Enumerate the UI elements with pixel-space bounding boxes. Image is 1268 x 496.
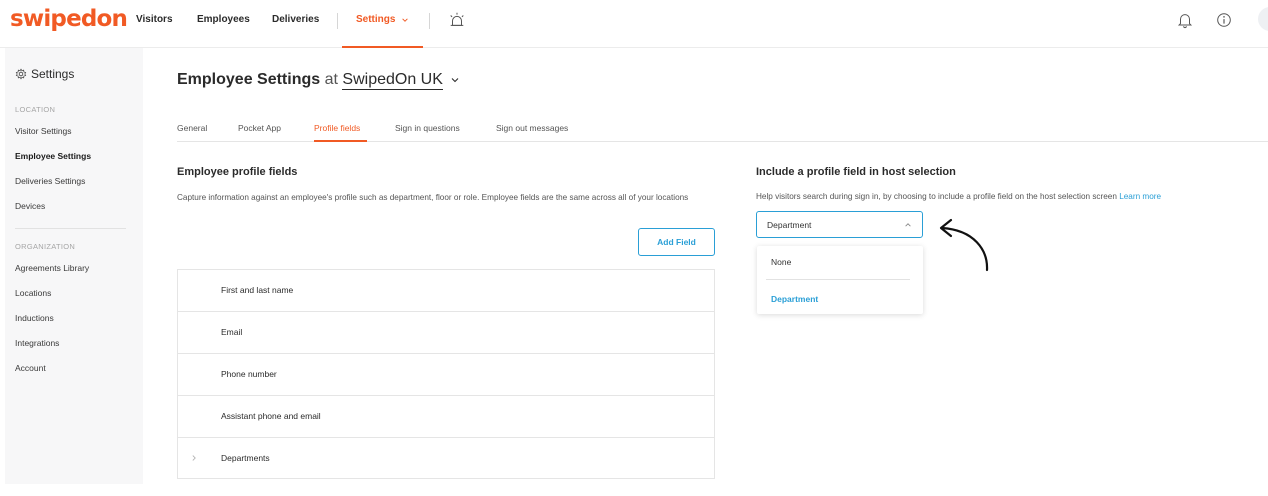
sidebar-item-locations[interactable]: Locations — [15, 288, 51, 298]
sidebar-item-visitor-settings[interactable]: Visitor Settings — [15, 126, 72, 136]
list-item[interactable]: Departments — [178, 438, 714, 480]
nav-divider — [337, 13, 338, 29]
dropdown-divider — [766, 279, 910, 280]
dropdown-option-department[interactable]: Department — [771, 294, 818, 304]
host-selection-description-text: Help visitors search during sign in, by … — [756, 192, 1117, 201]
chevron-down-icon — [402, 17, 409, 22]
select-value: Department — [767, 220, 812, 230]
nav-visitors[interactable]: Visitors — [136, 14, 173, 25]
host-selection-description: Help visitors search during sign in, by … — [756, 190, 1261, 203]
sidebar-item-account[interactable]: Account — [15, 363, 46, 373]
page-title: Employee Settings at SwipedOn UK — [177, 71, 460, 90]
host-selection-title: Include a profile field in host selectio… — [756, 166, 956, 178]
sidebar-item-inductions[interactable]: Inductions — [15, 313, 54, 323]
field-label: Email — [221, 327, 243, 337]
add-field-button[interactable]: Add Field — [638, 228, 715, 256]
field-label: Assistant phone and email — [221, 411, 321, 421]
nav-deliveries[interactable]: Deliveries — [272, 14, 319, 25]
field-label: Departments — [221, 453, 270, 463]
nav-divider — [429, 13, 430, 29]
section-organization-label: ORGANIZATION — [15, 242, 76, 251]
nav-settings-label: Settings — [356, 14, 396, 25]
sidebar-title: Settings — [15, 67, 74, 81]
list-item[interactable]: Phone number — [178, 354, 714, 396]
list-item[interactable]: Email — [178, 312, 714, 354]
bell-icon[interactable] — [1176, 11, 1194, 29]
profile-fields-list: First and last name Email Phone number A… — [177, 269, 715, 479]
profile-fields-description: Capture information against an employee'… — [177, 193, 689, 202]
gear-icon — [15, 68, 27, 80]
sidebar-title-label: Settings — [31, 67, 75, 81]
top-navigation: swipedon Visitors Employees Deliveries S… — [0, 0, 1268, 48]
dropdown-option-none[interactable]: None — [771, 257, 791, 267]
tab-sign-out-messages[interactable]: Sign out messages — [496, 123, 568, 133]
chevron-right-icon[interactable] — [190, 454, 198, 462]
field-label: Phone number — [221, 369, 277, 379]
settings-tabs: General Pocket App Profile fields Sign i… — [177, 123, 1268, 142]
tab-sign-in-questions[interactable]: Sign in questions — [395, 123, 460, 133]
swipedon-logo[interactable]: swipedon — [10, 6, 128, 32]
settings-sidebar: Settings LOCATION Visitor Settings Emplo… — [5, 48, 143, 484]
chevron-up-icon — [905, 223, 911, 227]
page-title-text: Employee Settings — [177, 71, 321, 88]
emergency-alarm-icon[interactable] — [448, 11, 466, 29]
page-title-at: at — [324, 71, 338, 88]
sidebar-item-agreements-library[interactable]: Agreements Library — [15, 263, 89, 273]
nav-employees[interactable]: Employees — [197, 14, 250, 25]
tab-profile-fields[interactable]: Profile fields — [314, 123, 360, 133]
chevron-down-icon[interactable] — [450, 75, 460, 85]
section-location-label: LOCATION — [15, 105, 56, 114]
avatar[interactable] — [1258, 7, 1268, 31]
tab-pocket-app[interactable]: Pocket App — [238, 123, 281, 133]
learn-more-link[interactable]: Learn more — [1119, 192, 1161, 201]
sidebar-item-employee-settings[interactable]: Employee Settings — [15, 151, 91, 161]
location-selector[interactable]: SwipedOn UK — [342, 71, 443, 90]
sidebar-item-integrations[interactable]: Integrations — [15, 338, 59, 348]
host-field-select[interactable]: Department — [756, 211, 923, 238]
nav-active-indicator — [342, 46, 423, 48]
list-item[interactable]: First and last name — [178, 270, 714, 312]
pointer-arrow-icon — [939, 218, 989, 272]
tab-general[interactable]: General — [177, 123, 207, 133]
nav-settings[interactable]: Settings — [356, 14, 409, 25]
profile-fields-title: Employee profile fields — [177, 166, 298, 178]
list-item[interactable]: Assistant phone and email — [178, 396, 714, 438]
sidebar-divider — [15, 228, 126, 229]
tab-active-indicator — [314, 140, 367, 142]
sidebar-item-devices[interactable]: Devices — [15, 201, 45, 211]
host-field-dropdown: None Department — [757, 246, 923, 314]
field-label: First and last name — [221, 285, 294, 295]
sidebar-item-deliveries-settings[interactable]: Deliveries Settings — [15, 176, 85, 186]
info-icon[interactable] — [1215, 11, 1233, 29]
